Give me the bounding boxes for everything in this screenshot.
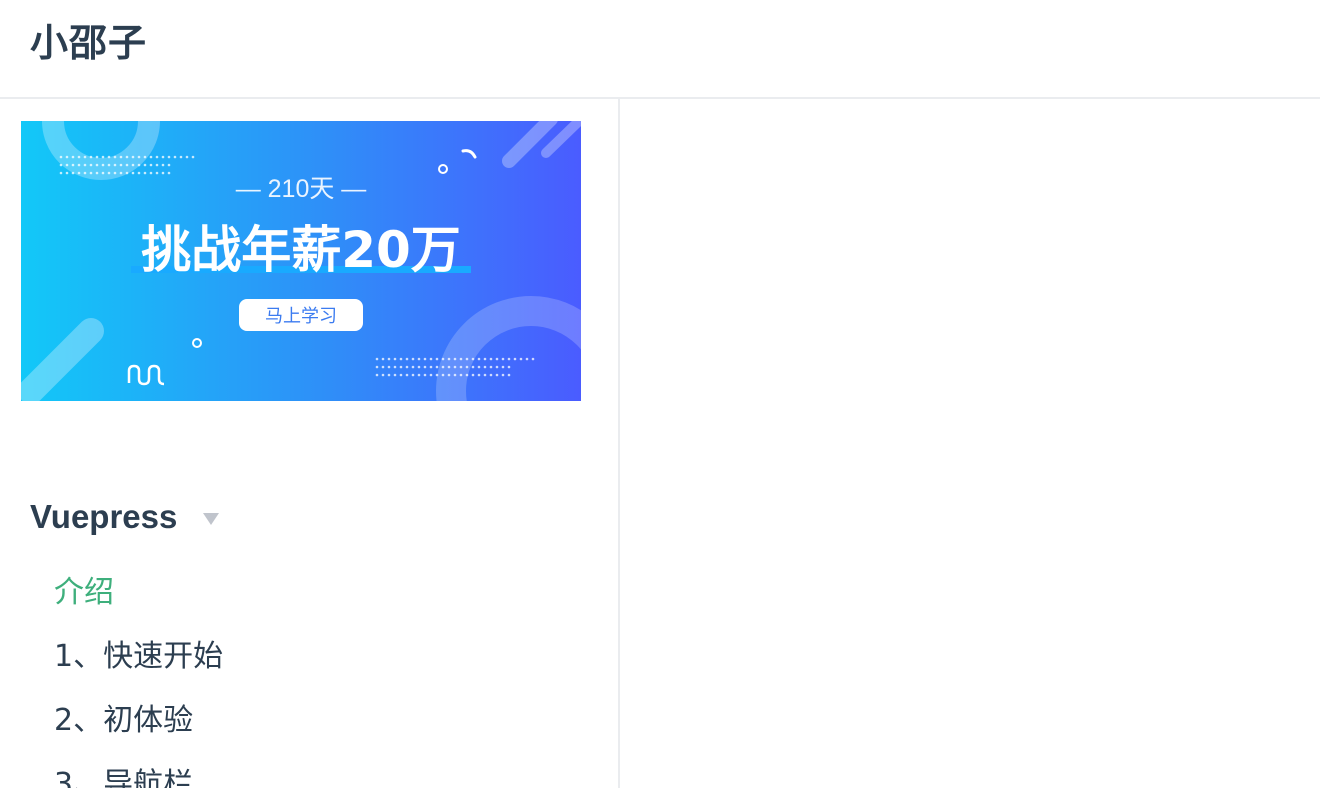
main-content — [620, 99, 1320, 788]
promo-banner-graphic: — 210天 — 挑战年薪20万 马上学习 — [21, 121, 581, 401]
sidebar-link-intro[interactable]: 介绍 — [0, 561, 618, 625]
sidebar: — 210天 — 挑战年薪20万 马上学习 Vuepress 介绍 1、快速开始… — [0, 99, 620, 788]
sidebar-links: 介绍 1、快速开始 2、初体验 3、导航栏 — [0, 561, 618, 788]
banner-days-text: — 210天 — — [236, 175, 367, 203]
banner-headline: 挑战年薪20万 — [141, 221, 461, 279]
sidebar-link-quickstart[interactable]: 1、快速开始 — [0, 625, 618, 689]
sidebar-link-first-experience[interactable]: 2、初体验 — [0, 689, 618, 753]
site-name-link[interactable]: 小邵子 — [30, 18, 147, 68]
sidebar-group-heading[interactable]: Vuepress — [30, 495, 220, 539]
sidebar-link-navbar[interactable]: 3、导航栏 — [0, 753, 618, 788]
caret-down-icon — [203, 513, 220, 525]
navbar: 小邵子 — [0, 0, 1320, 99]
promo-banner[interactable]: — 210天 — 挑战年薪20万 马上学习 — [21, 121, 581, 401]
sidebar-group-title: Vuepress — [30, 498, 178, 535]
banner-cta-label: 马上学习 — [265, 306, 337, 327]
